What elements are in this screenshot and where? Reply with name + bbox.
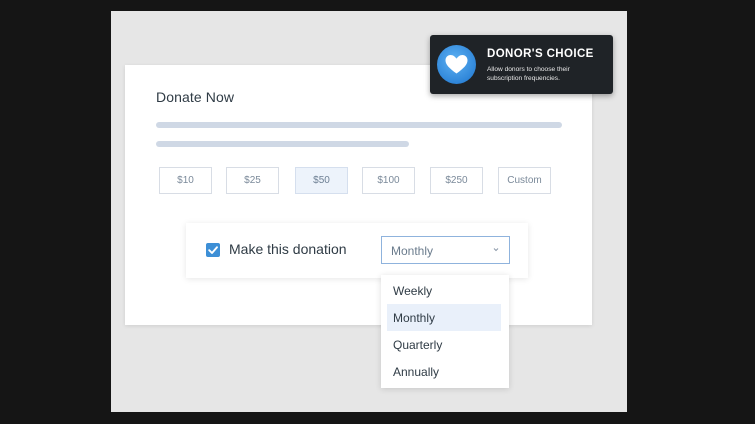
amount-button-250[interactable]: $250 [430, 167, 483, 194]
recurring-label: Make this donation [229, 241, 347, 257]
checkmark-icon [208, 246, 218, 254]
card-title: Donate Now [156, 89, 235, 105]
frequency-select[interactable]: Monthly [381, 236, 510, 264]
tooltip-description: Allow donors to choose their subscriptio… [487, 66, 570, 82]
donate-card: Donate Now $10 $25 $50 $100 $250 Custom [125, 65, 592, 325]
frequency-select-value: Monthly [391, 244, 434, 258]
amount-button-custom[interactable]: Custom [498, 167, 551, 194]
tooltip-title: DONOR'S CHOICE [487, 48, 594, 60]
placeholder-line [156, 122, 562, 128]
heart-icon [445, 55, 468, 74]
recurring-donation-panel: Make this donation Monthly [186, 223, 528, 278]
amount-button-10[interactable]: $10 [159, 167, 212, 194]
donors-choice-tooltip: DONOR'S CHOICE Allow donors to choose th… [430, 35, 613, 94]
frequency-option-annually[interactable]: Annually [387, 358, 501, 385]
frequency-dropdown-menu: Weekly Monthly Quarterly Annually [381, 275, 509, 388]
frequency-option-quarterly[interactable]: Quarterly [387, 331, 501, 358]
frequency-option-monthly[interactable]: Monthly [387, 304, 501, 331]
amount-button-50[interactable]: $50 [295, 167, 348, 194]
placeholder-line [156, 141, 409, 147]
chevron-down-icon [493, 248, 499, 252]
frequency-option-weekly[interactable]: Weekly [387, 277, 501, 304]
amount-button-100[interactable]: $100 [362, 167, 415, 194]
amount-button-25[interactable]: $25 [226, 167, 279, 194]
heart-badge [437, 45, 476, 84]
recurring-checkbox[interactable] [206, 243, 220, 257]
